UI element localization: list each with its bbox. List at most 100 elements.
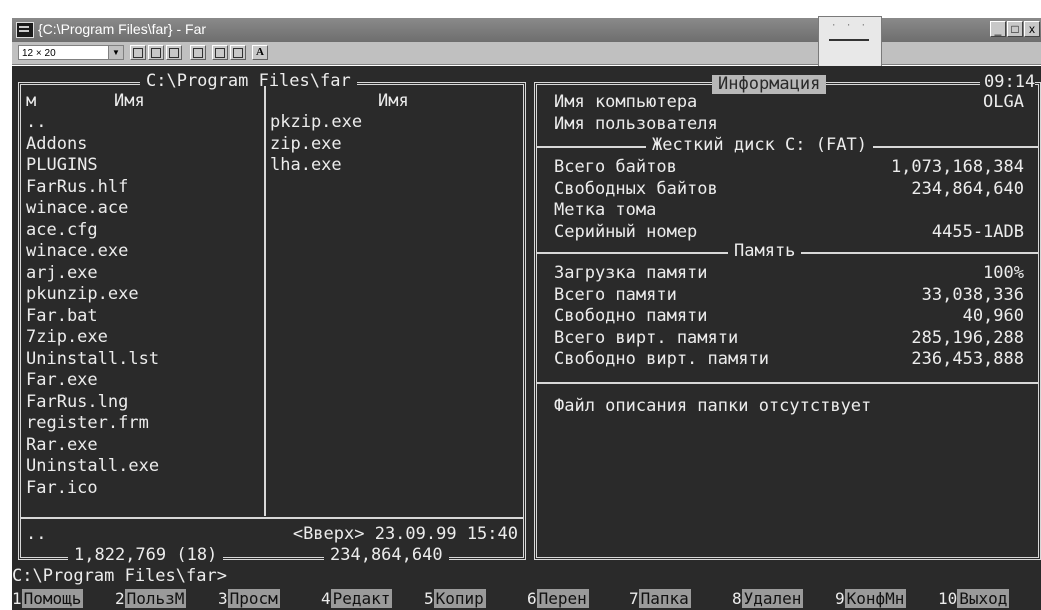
file-item[interactable]: FarRus.lng <box>26 392 128 413</box>
file-item[interactable]: pkzip.exe <box>270 112 362 133</box>
fkey-2[interactable]: 2 ПользМ <box>115 588 187 610</box>
fkey-number: 10 <box>938 589 958 608</box>
file-item[interactable]: zip.exe <box>270 134 342 155</box>
clock: 09:14 <box>980 73 1036 92</box>
font-size-select[interactable]: 12 × 20 ▼ <box>18 45 124 60</box>
fkey-number: 8 <box>732 589 742 608</box>
fkey-3[interactable]: 3 Просм <box>218 588 280 610</box>
info-value: 40,960 <box>962 306 1024 326</box>
file-item[interactable]: lha.exe <box>270 155 342 176</box>
panel-free-space: 234,864,640 <box>324 546 449 565</box>
column-marker: м <box>26 91 37 111</box>
info-value: 100% <box>983 263 1024 283</box>
column-header-name-2[interactable]: Имя <box>378 91 409 112</box>
file-list-column-1: .. Addons PLUGINS FarRus.hlf winace.ace ace.c… <box>26 112 262 512</box>
fkey-9[interactable]: 9 КонфМн <box>835 588 907 610</box>
fkey-number: 1 <box>12 589 22 608</box>
info-value: 236,453,888 <box>911 349 1024 369</box>
fullscreen-icon[interactable] <box>190 45 206 60</box>
info-row: Свободно вирт. памяти 236,453,888 <box>554 349 1024 370</box>
fkey-8[interactable]: 8 Удален <box>732 588 804 610</box>
memory-section-title: Память <box>728 242 802 261</box>
info-row: Всего байтов 1,073,168,384 <box>554 157 1024 178</box>
fkey-5[interactable]: 5 Копир <box>424 588 486 610</box>
fkey-label: ПользМ <box>124 589 187 608</box>
file-item[interactable]: Uninstall.lst <box>26 349 159 370</box>
window-title: {C:\Program Files\far} - Far <box>38 21 207 37</box>
column-divider <box>264 86 266 516</box>
info-row: Загрузка памяти 100% <box>554 263 1024 284</box>
file-item[interactable]: Far.ico <box>26 478 98 499</box>
mark-icon[interactable] <box>130 45 146 60</box>
info-label: Метка тома <box>554 200 657 220</box>
fkey-label: Редакт <box>330 589 393 608</box>
panel-total-size: 1,822,769 (18) <box>68 546 224 565</box>
fkey-label: Помощь <box>21 589 84 608</box>
info-label: Всего вирт. памяти <box>554 327 739 348</box>
fkey-number: 6 <box>527 589 537 608</box>
paste-icon[interactable] <box>166 45 182 60</box>
file-item[interactable]: FarRus.hlf <box>26 177 128 198</box>
far-app-icon[interactable] <box>16 22 34 38</box>
file-item[interactable]: winace.ace <box>26 198 128 219</box>
info-row: Метка тома <box>554 200 1024 221</box>
minimize-button[interactable]: _ <box>990 21 1006 37</box>
file-item[interactable]: arj.exe <box>26 263 98 284</box>
computer-name-label: Имя компьютера <box>554 92 698 112</box>
close-button[interactable]: x <box>1024 21 1040 37</box>
file-item[interactable]: PLUGINS <box>26 155 98 176</box>
file-item[interactable]: 7zip.exe <box>26 327 108 348</box>
fkey-6[interactable]: 6 Перен <box>527 588 589 610</box>
info-label: Всего байтов <box>554 157 677 177</box>
file-item[interactable]: ace.cfg <box>26 220 98 241</box>
left-panel-title: C:\Program Files\far <box>140 72 357 91</box>
dropdown-preview <box>818 16 882 70</box>
chevron-down-icon[interactable]: ▼ <box>108 46 123 59</box>
file-item[interactable]: Addons <box>26 134 87 155</box>
fkey-number: 5 <box>424 589 434 608</box>
fkey-label: Выход <box>957 589 1010 608</box>
fkey-4[interactable]: 4 Редакт <box>321 588 393 610</box>
folder-description: Файл описания папки отсутствует <box>554 396 872 416</box>
fkey-1[interactable]: 1 Помощь <box>12 588 84 610</box>
info-label: Свободно памяти <box>554 306 708 326</box>
background-icon[interactable] <box>230 45 246 60</box>
command-line[interactable]: C:\Program Files\far> <box>12 565 227 587</box>
fkey-number: 2 <box>115 589 125 608</box>
file-item[interactable]: Far.bat <box>26 306 98 327</box>
file-item[interactable]: Uninstall.exe <box>26 456 159 477</box>
function-key-bar: 1 Помощь 2 ПользМ 3 Просм 4 Редакт 5 Копир 6 Перен 7… <box>12 588 1041 610</box>
fkey-number: 4 <box>321 589 331 608</box>
maximize-button[interactable]: □ <box>1007 21 1023 37</box>
fkey-label: Просм <box>227 589 280 608</box>
file-item[interactable]: pkunzip.exe <box>26 284 139 305</box>
file-item[interactable]: .. <box>26 112 46 133</box>
fkey-label: Перен <box>536 589 589 608</box>
fkey-label: Копир <box>433 589 486 608</box>
info-value: 1,073,168,384 <box>890 157 1024 177</box>
info-label: Загрузка памяти <box>554 263 708 283</box>
fkey-7[interactable]: 7 Папка <box>629 588 691 610</box>
file-item[interactable]: register.frm <box>26 413 149 434</box>
fkey-10[interactable]: 10 Выход <box>938 588 1010 610</box>
description-separator <box>537 382 1038 384</box>
file-item[interactable]: Rar.exe <box>26 435 98 456</box>
info-row: Свободных байтов 234,864,640 <box>554 179 1024 200</box>
info-label: Свободно вирт. памяти <box>554 349 769 369</box>
info-value: 285,196,288 <box>911 327 1024 348</box>
file-item[interactable]: winace.exe <box>26 241 128 262</box>
info-row: Серийный номер 4455-1ADB <box>554 222 1024 243</box>
console-toolbar: 12 × 20 ▼ A <box>12 42 1041 65</box>
status-separator <box>21 517 523 519</box>
column-header-name[interactable]: Имя <box>114 91 145 112</box>
info-label: Всего памяти <box>554 284 677 305</box>
status-file-name: .. <box>26 524 47 544</box>
file-item[interactable]: Far.exe <box>26 370 98 391</box>
fkey-label: Удален <box>741 589 804 608</box>
copy-icon[interactable] <box>148 45 164 60</box>
status-file-info: <Вверх> 23.09.99 15:40 <box>292 524 518 544</box>
font-icon[interactable]: A <box>252 45 268 60</box>
window-title-bar[interactable]: {C:\Program Files\far} - Far _ □ x <box>12 18 1041 42</box>
fkey-number: 9 <box>835 589 845 608</box>
properties-icon[interactable] <box>212 45 228 60</box>
